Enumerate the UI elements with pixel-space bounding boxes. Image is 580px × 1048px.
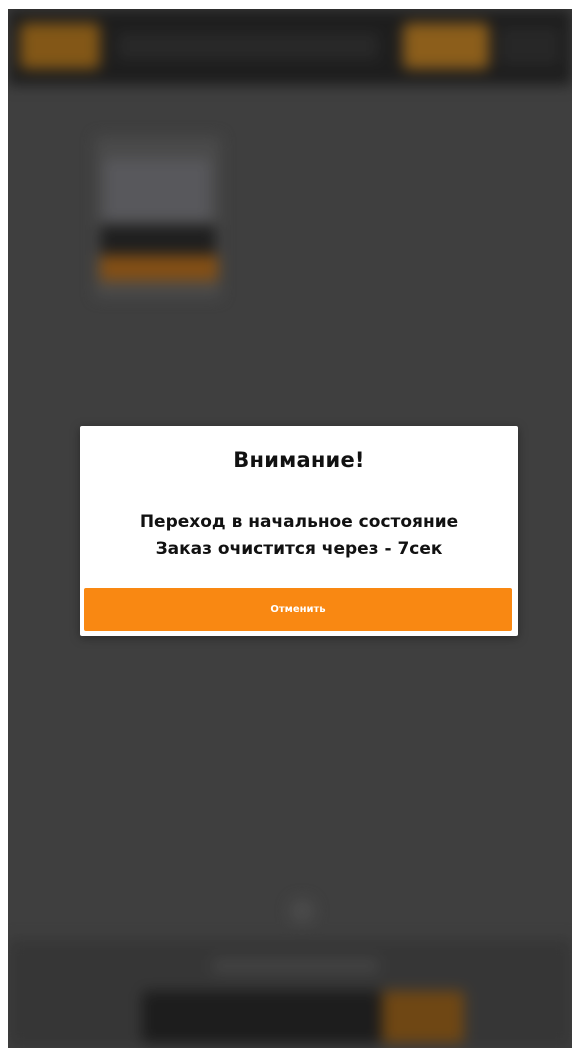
dialog-countdown-line: Заказ очистится через - 7сек [155, 539, 443, 559]
app-screen: Внимание! Переход в начальное состояние … [8, 9, 572, 1048]
dialog-title: Внимание! [233, 448, 365, 472]
attention-dialog: Внимание! Переход в начальное состояние … [80, 426, 518, 636]
dialog-message: Переход в начальное состояние Заказ очис… [90, 509, 508, 563]
dialog-message-line: Переход в начальное состояние [139, 512, 459, 532]
cancel-button[interactable]: Отменить [84, 588, 512, 631]
